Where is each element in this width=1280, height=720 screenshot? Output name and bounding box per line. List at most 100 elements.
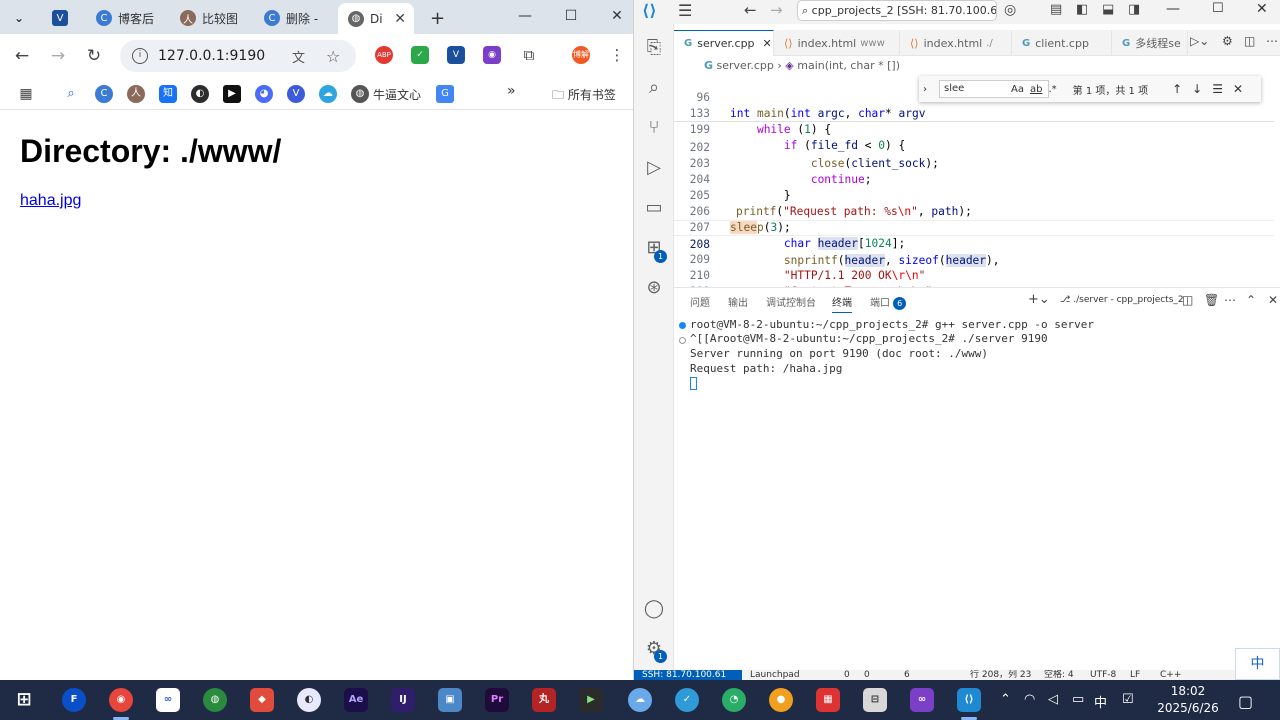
csdn-bookmark-icon[interactable]: C [95, 85, 113, 103]
tab-ports[interactable]: 端口 6 [870, 294, 907, 310]
shield-icon[interactable]: ✓ [411, 46, 429, 64]
tab-server-cpp[interactable]: G server.cpp ✕ [674, 30, 774, 56]
github-icon[interactable]: ◐ [191, 85, 209, 103]
bookmarks-overflow-button[interactable]: » [507, 83, 516, 99]
apps-grid-icon[interactable]: ▦ [17, 85, 35, 103]
tab-delete[interactable]: C 删除 - [254, 5, 334, 31]
address-bar[interactable]: i 127.0.0.1:9190 文 ☆ [120, 40, 356, 72]
trash-icon[interactable]: 🗑 [1204, 293, 1219, 307]
chevron-right-icon[interactable]: › [923, 84, 927, 95]
app-icon[interactable]: 丸 [532, 688, 556, 712]
cloud-icon[interactable]: ☁ [319, 85, 337, 103]
eclipse-icon[interactable]: ◐ [297, 688, 321, 712]
vscode-taskbar-icon[interactable]: ⟨⟩ [957, 688, 981, 712]
tab-index-html-www[interactable]: ⟨⟩ index.html www [774, 30, 900, 56]
terminal-selector[interactable]: ⎇ ./server - cpp_projects_2 [1060, 295, 1184, 305]
breadcrumb-file[interactable]: server.cpp [717, 59, 774, 72]
match-case-toggle[interactable]: Aa [1011, 84, 1024, 95]
minimize-button[interactable]: — [503, 2, 547, 30]
tab-client-cpp[interactable]: G client.cpp [1012, 30, 1112, 56]
chrome-icon[interactable]: ◉ [109, 688, 133, 712]
intellij-icon[interactable]: IJ [391, 688, 415, 712]
tab-search-menu[interactable]: ⌄ [4, 5, 34, 31]
warnings-count[interactable]: 0 [864, 670, 870, 680]
back-button[interactable]: ← [8, 42, 36, 70]
adblock-icon[interactable]: ABP [375, 46, 393, 64]
avatar-bookmark-icon[interactable]: 人 [127, 85, 145, 103]
discord-icon[interactable]: ◕ [255, 85, 273, 103]
copilot-icon[interactable]: ◎ [1004, 2, 1016, 18]
xmind-icon[interactable]: ◆ [250, 688, 274, 712]
tab-terminal[interactable]: 终端 [832, 294, 852, 313]
source-control-icon[interactable]: ⑂ [642, 116, 666, 140]
maximize-button[interactable]: ☐ [1212, 1, 1224, 16]
code-editor[interactable]: 96 int main(int argc, char* argv 133 whi… [674, 74, 1280, 314]
run-debug-icon[interactable]: ▷ [642, 156, 666, 180]
cloud-app-icon[interactable]: ☁ [628, 688, 652, 712]
close-window-button[interactable]: ✕ [1256, 1, 1268, 17]
close-panel-icon[interactable]: ✕ [1268, 293, 1278, 307]
tab-multithread-server[interactable]: G 多线程se [1112, 30, 1188, 56]
eol[interactable]: LF [1130, 670, 1140, 680]
explorer-icon[interactable]: ⎘ [642, 36, 666, 60]
vue-devtools-icon[interactable]: V [447, 46, 465, 64]
volume-icon[interactable]: ◁ [1048, 692, 1058, 707]
minimize-button[interactable]: — [1166, 1, 1180, 17]
menu-icon[interactable]: ☰ [678, 1, 692, 20]
screenshot-icon[interactable]: ◉ [483, 46, 501, 64]
toggle-panel-icon[interactable]: ⬓ [1102, 2, 1114, 17]
reload-button[interactable]: ↻ [80, 42, 108, 70]
more-actions-icon[interactable]: ⋯ [1224, 293, 1236, 307]
file-manager-icon[interactable]: ▣ [438, 688, 462, 712]
remote-indicator[interactable]: SSH: 81.70.100.61 [634, 670, 742, 680]
terminal-bookmark-icon[interactable]: ▶ [223, 85, 241, 103]
tab-vue[interactable]: V [42, 5, 82, 31]
translate-icon[interactable]: 文 [292, 47, 305, 66]
ime-taskbar[interactable]: 中 [1094, 692, 1107, 711]
terminal-app-icon[interactable]: ▶ [579, 688, 603, 712]
new-tab-button[interactable]: + [420, 5, 450, 31]
cyberduck-icon[interactable]: ◍ [203, 688, 227, 712]
split-terminal-icon[interactable]: ◫ [1182, 293, 1193, 307]
chevron-up-icon[interactable]: ⌃ [1000, 692, 1011, 707]
tab-problems[interactable]: 问题 [690, 294, 710, 309]
toggle-secondary-sidebar-icon[interactable]: ◨ [1128, 2, 1140, 17]
all-bookmarks[interactable]: 🗀 所有书签 [552, 86, 616, 107]
forward-button[interactable]: → [44, 42, 72, 70]
nav-forward-icon[interactable]: → [770, 1, 783, 19]
wechat-icon[interactable]: ◔ [722, 688, 746, 712]
maximize-panel-icon[interactable]: ⌃ [1246, 293, 1256, 307]
close-icon[interactable]: ✕ [394, 11, 406, 27]
toggle-sidebar-icon[interactable]: ◧ [1076, 2, 1088, 17]
battery-icon[interactable]: ▭ [1072, 692, 1084, 707]
errors-count[interactable]: 0 [844, 670, 850, 680]
close-icon[interactable]: ✕ [763, 37, 772, 50]
folder-app-icon[interactable]: ⊟ [863, 688, 887, 712]
address-url[interactable]: 127.0.0.1:9190 [158, 48, 265, 64]
nav-back-icon[interactable]: ← [744, 1, 757, 19]
ime-indicator[interactable]: 中 [1235, 648, 1280, 680]
more-actions-icon[interactable]: ⋯ [1266, 34, 1278, 48]
baidu-netdisk-icon[interactable]: ∞ [156, 688, 180, 712]
arrow-up-icon[interactable]: ↑ [1172, 82, 1182, 96]
visual-studio-icon[interactable]: ∞ [910, 688, 934, 712]
cursor-position[interactable]: 行 208，列 23 [970, 670, 1031, 680]
zhihu-icon[interactable]: 知 [159, 85, 177, 103]
accounts-icon[interactable]: ◯ [642, 597, 666, 621]
tab-directory[interactable]: ◍ Di ✕ [338, 3, 414, 34]
more-menu-icon[interactable]: ⋮ [608, 46, 626, 64]
ports-count[interactable]: 6 [904, 670, 910, 680]
premiere-icon[interactable]: Pr [485, 688, 509, 712]
office-icon[interactable]: ▦ [816, 688, 840, 712]
indentation[interactable]: 空格: 4 [1044, 670, 1074, 680]
regex-toggle[interactable]: .* [1048, 84, 1056, 95]
google-translate-icon[interactable]: G [436, 85, 454, 103]
globe-icon[interactable]: ◍ [351, 85, 369, 103]
notification-check-icon[interactable]: ☑ [1122, 692, 1134, 707]
tab-output[interactable]: 输出 [728, 294, 748, 309]
firefox-icon[interactable]: F [62, 688, 86, 712]
star-icon[interactable]: ☆ [326, 47, 340, 66]
bookmark-niuyu[interactable]: 牛逼文心 [373, 86, 421, 103]
remote-explorer-icon[interactable]: ▭ [642, 196, 666, 220]
layout-icon[interactable]: ▤ [1050, 2, 1062, 17]
